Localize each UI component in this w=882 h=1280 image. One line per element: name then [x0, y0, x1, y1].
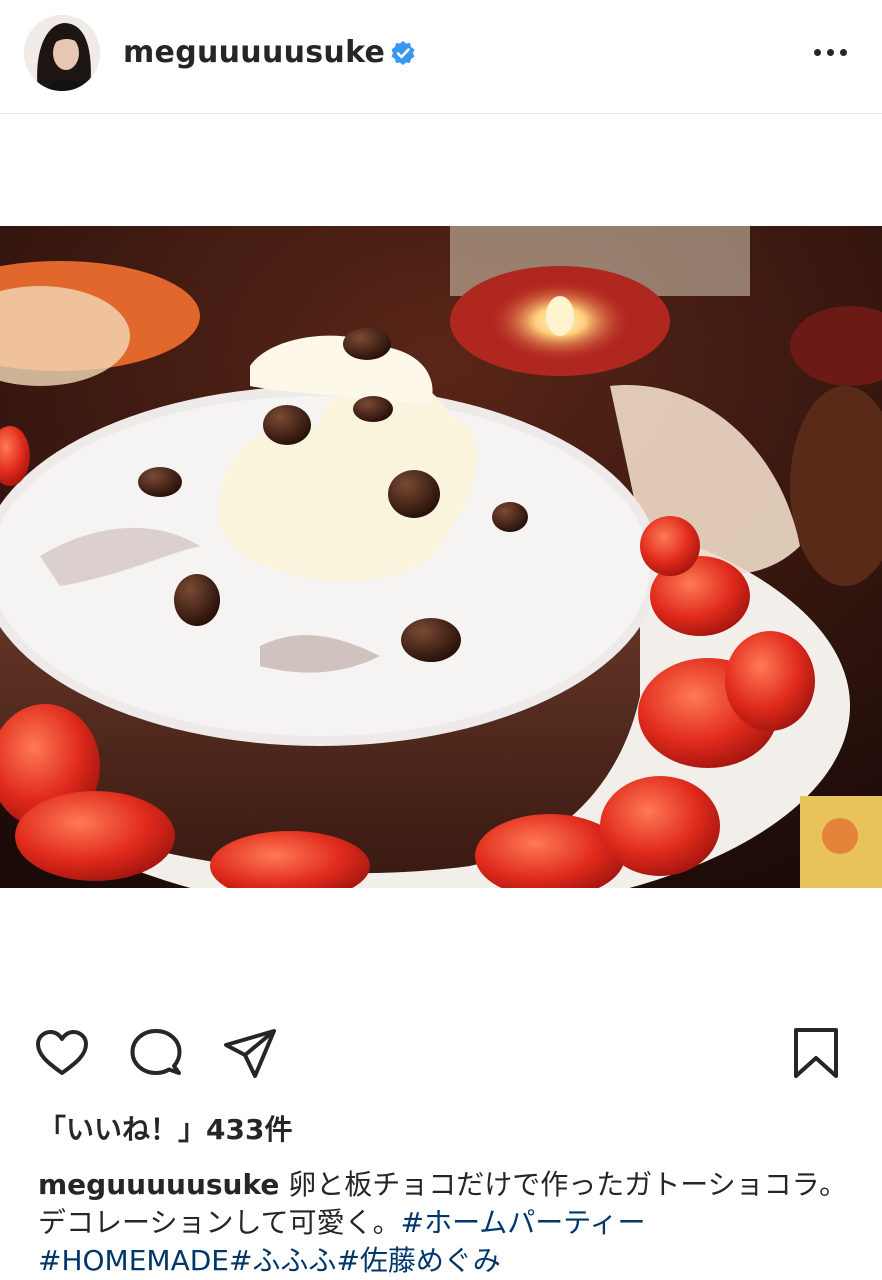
hashtag-link[interactable]: #佐藤めぐみ — [336, 1244, 500, 1277]
post-header: meguuuuusuke — [0, 0, 882, 114]
send-icon — [224, 1029, 276, 1078]
comment-icon — [130, 1029, 182, 1075]
avatar[interactable] — [24, 15, 100, 91]
more-horizontal-icon — [813, 48, 821, 56]
likes-count[interactable]: 「いいね！」433件 — [38, 1110, 292, 1150]
heart-icon — [36, 1030, 88, 1075]
like-button[interactable] — [34, 1026, 90, 1082]
more-dot — [839, 48, 847, 56]
hashtag-link[interactable]: #ふふふ — [229, 1244, 336, 1277]
hashtag-link[interactable]: #HOMEMADE — [38, 1244, 229, 1277]
caption-username[interactable]: meguuuuusuke — [38, 1168, 279, 1201]
share-button[interactable] — [222, 1026, 278, 1082]
bookmark-icon — [794, 1028, 838, 1078]
verified-badge-icon — [390, 40, 416, 66]
more-dot — [826, 48, 834, 56]
post-photo[interactable] — [0, 226, 882, 888]
save-button[interactable] — [788, 1026, 844, 1082]
comment-button[interactable] — [128, 1026, 184, 1082]
username[interactable]: meguuuuusuke — [123, 34, 385, 72]
post-caption: meguuuuusuke 卵と板チョコだけで作ったガトーショコラ。デコレーション… — [38, 1166, 848, 1280]
more-options-button[interactable] — [806, 36, 854, 68]
hashtag-link[interactable]: #ホームパーティー — [401, 1206, 646, 1239]
